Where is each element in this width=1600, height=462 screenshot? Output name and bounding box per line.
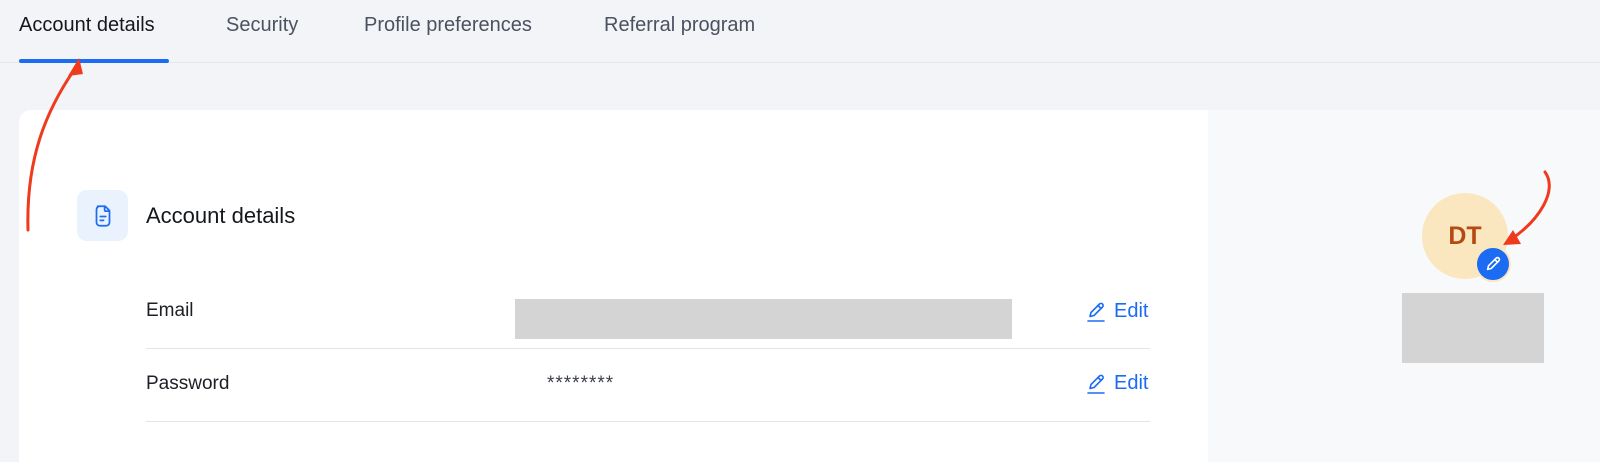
pencil-icon xyxy=(1087,302,1105,322)
profile-side-panel xyxy=(1208,110,1600,462)
row-divider xyxy=(146,348,1150,349)
avatar-initials: DT xyxy=(1448,221,1482,250)
section-title: Account details xyxy=(146,203,296,228)
edit-password-label: Edit xyxy=(1114,372,1149,394)
tab-profile-preferences[interactable]: Profile preferences xyxy=(364,0,532,63)
pencil-icon xyxy=(1486,256,1501,271)
profile-name-redacted xyxy=(1402,293,1544,363)
row-divider xyxy=(146,421,1150,422)
password-label: Password xyxy=(146,373,230,394)
tab-security[interactable]: Security xyxy=(226,0,298,63)
edit-email-button[interactable]: Edit xyxy=(1086,300,1148,323)
edit-email-label: Edit xyxy=(1114,300,1149,322)
password-value: ******** xyxy=(547,373,615,394)
edit-password-button[interactable]: Edit xyxy=(1086,372,1148,395)
email-value-redacted xyxy=(515,299,1012,339)
tab-referral-program[interactable]: Referral program xyxy=(604,0,755,63)
email-label: Email xyxy=(146,300,194,321)
edit-avatar-button[interactable] xyxy=(1475,246,1511,282)
pencil-icon xyxy=(1087,374,1105,394)
document-icon xyxy=(77,190,128,241)
tab-bar: Account details Security Profile prefere… xyxy=(0,0,1600,63)
tab-account-details[interactable]: Account details xyxy=(19,0,169,63)
